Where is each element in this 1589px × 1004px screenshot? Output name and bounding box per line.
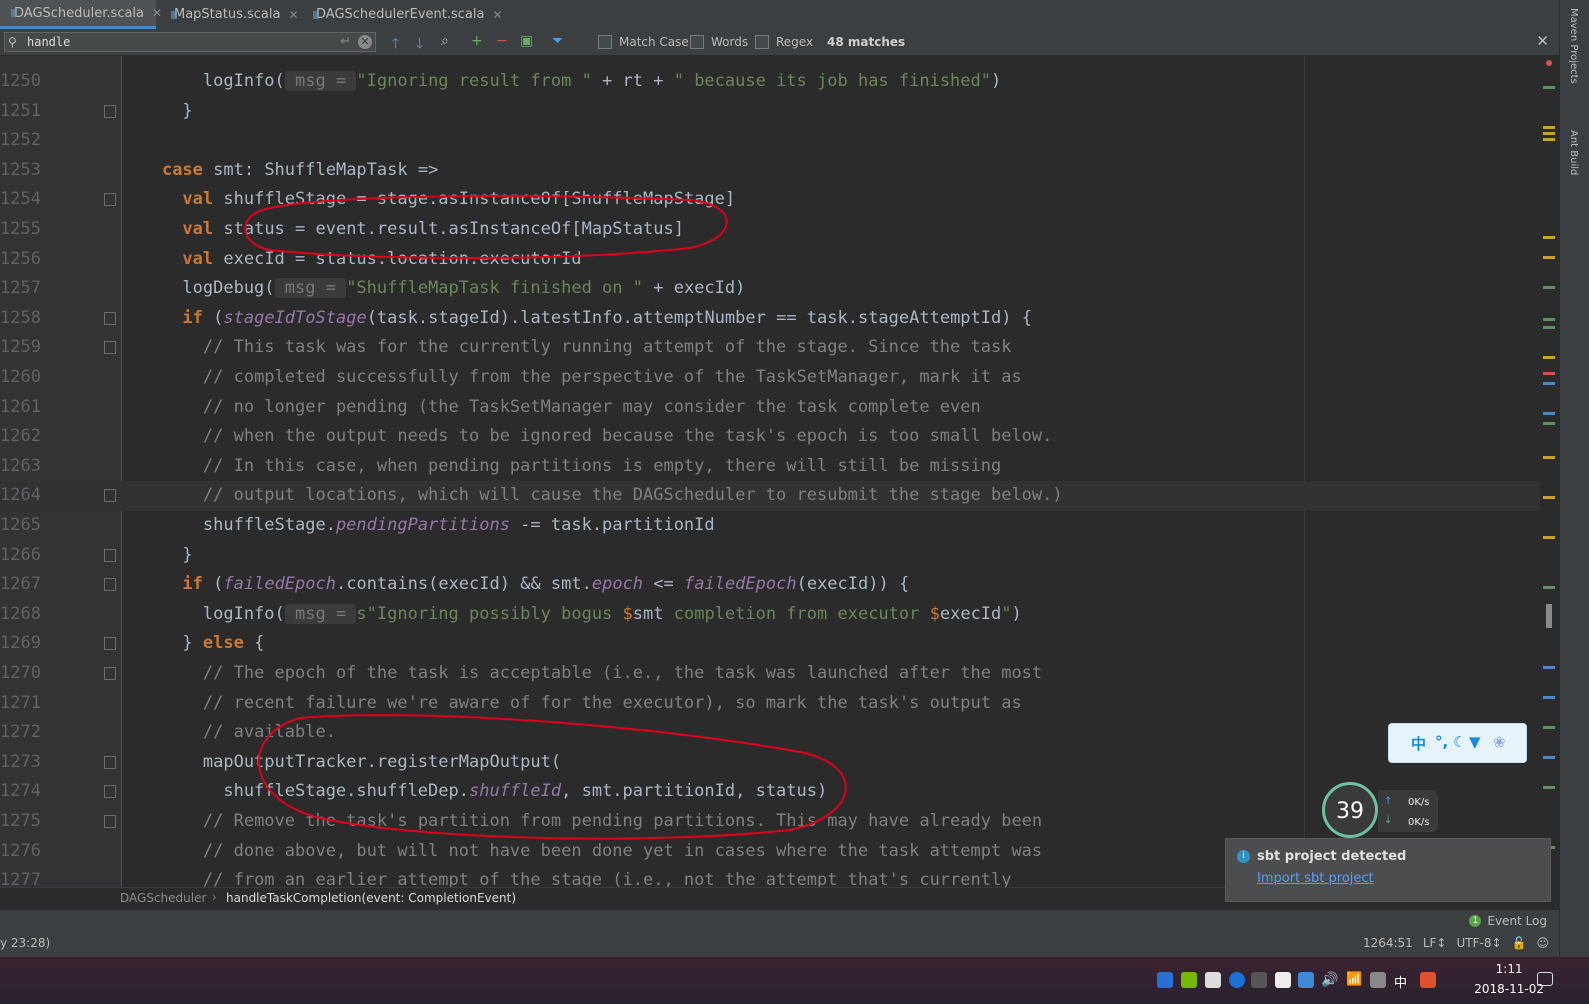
red-annotation-layer — [244, 195, 847, 840]
annotation-circle-register — [257, 714, 847, 840]
annotation-circle-status — [244, 195, 728, 259]
